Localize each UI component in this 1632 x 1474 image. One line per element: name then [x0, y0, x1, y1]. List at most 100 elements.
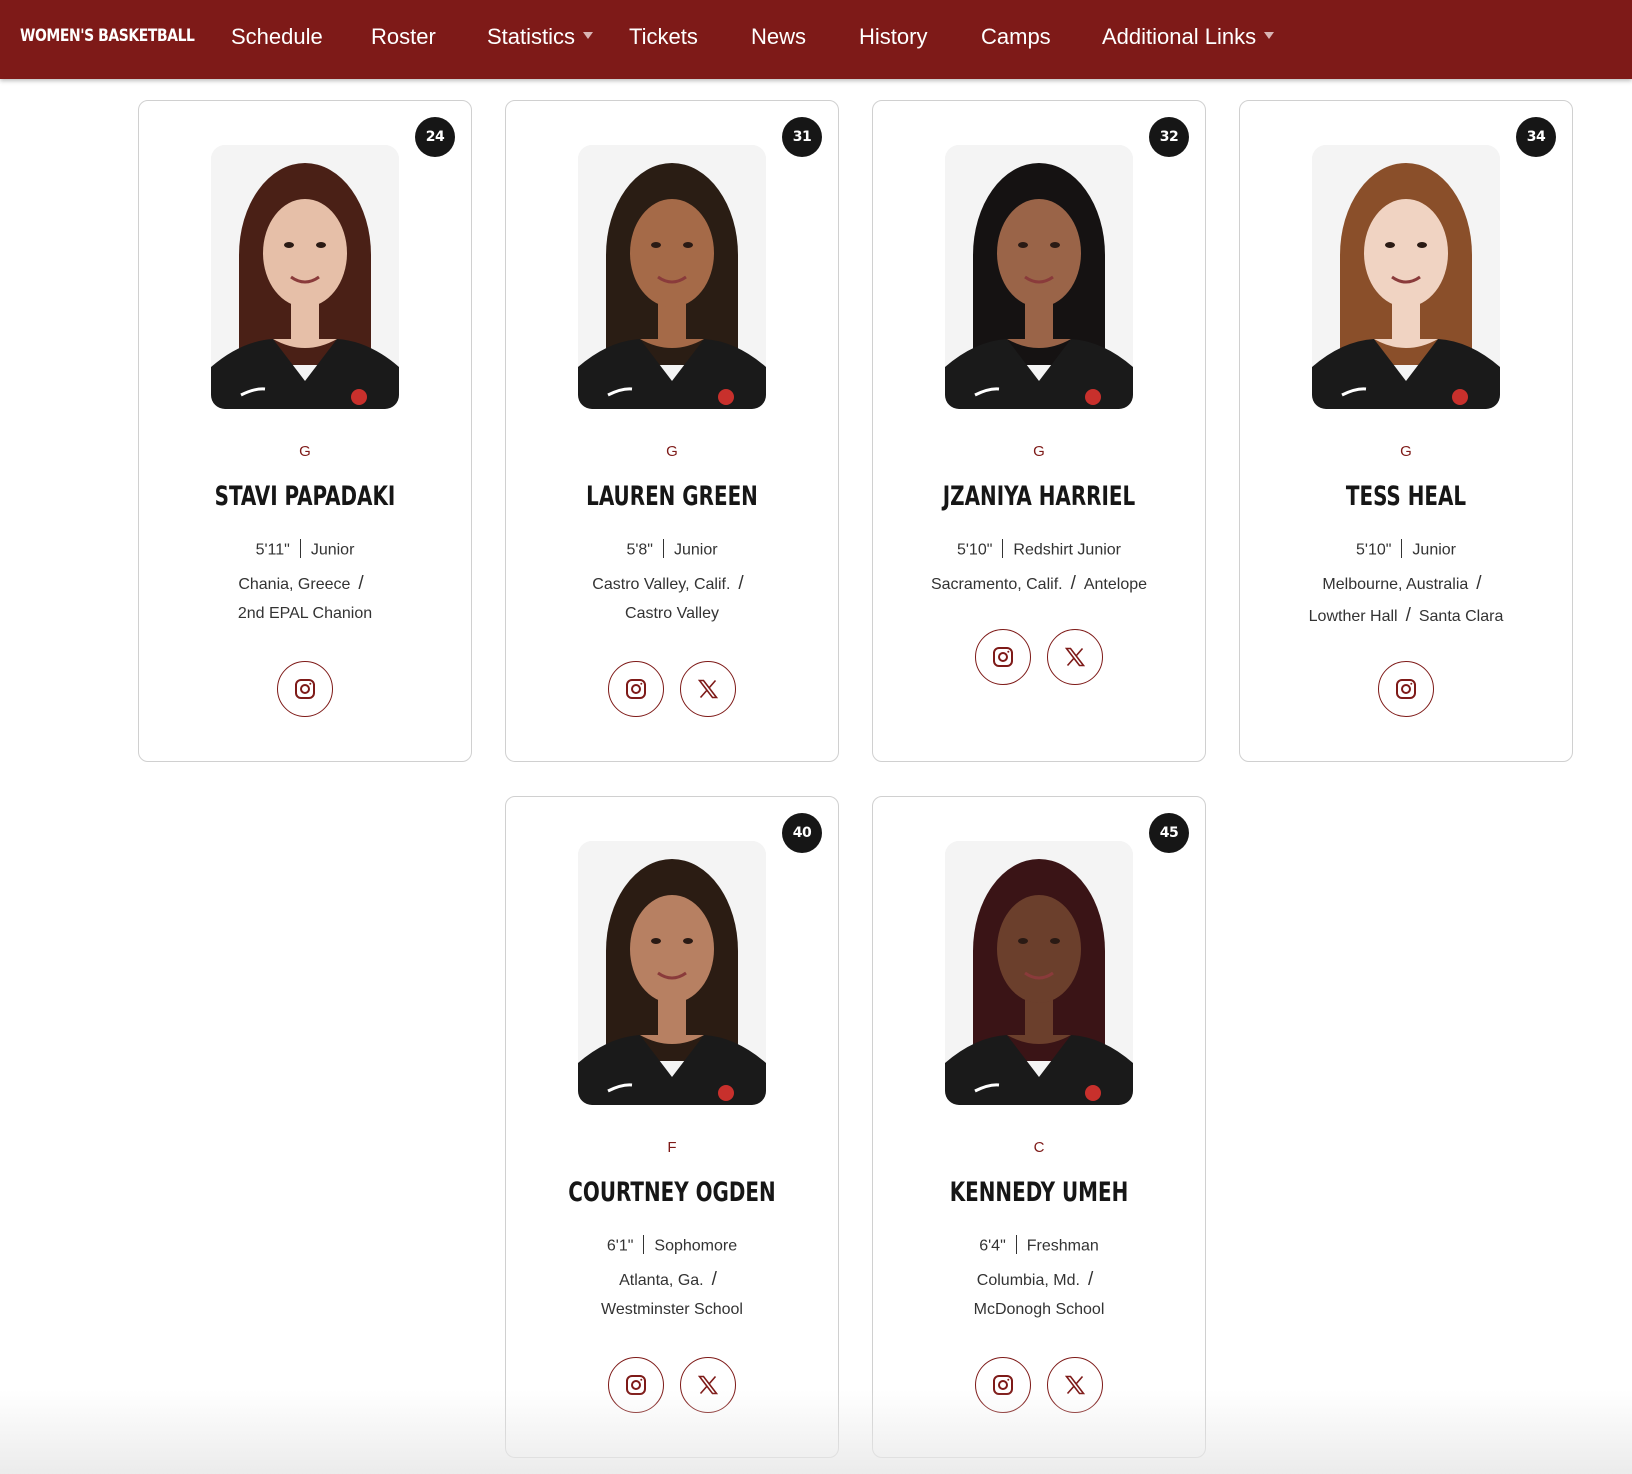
nav-item-news[interactable]: News [751, 24, 806, 50]
player-class-year: Junior [673, 541, 718, 559]
player-headshot[interactable] [211, 145, 399, 409]
player-school-line: Westminster School [506, 1301, 838, 1319]
player-height-year: 5'8" Junior [506, 539, 838, 560]
player-social-links [873, 629, 1205, 685]
player-headshot[interactable] [945, 841, 1133, 1105]
instagram-icon [991, 1373, 1015, 1397]
jersey-number-badge: 24 [415, 117, 455, 157]
x-link-button[interactable] [1047, 629, 1103, 685]
separator-slash: / [1087, 1269, 1094, 1290]
player-social-links [873, 1357, 1205, 1413]
chevron-down-icon [583, 31, 594, 39]
instagram-icon [293, 677, 317, 701]
divider [1002, 539, 1004, 558]
player-headshot[interactable] [1312, 145, 1500, 409]
player-name[interactable]: Jzaniya Harriel [903, 481, 1175, 512]
instagram-link-button[interactable] [975, 629, 1031, 685]
nav-item-statistics-label: Statistics [487, 24, 576, 49]
player-headshot[interactable] [578, 841, 766, 1105]
nav-item-schedule[interactable]: Schedule [231, 24, 323, 50]
chevron-down-icon [1264, 31, 1275, 39]
divider [662, 539, 664, 558]
player-height-year: 6'1" Sophomore [506, 1235, 838, 1256]
x-link-button[interactable] [1047, 1357, 1103, 1413]
player-hometown-line: Melbourne, Australia / [1240, 573, 1572, 595]
player-height-year: 6'4" Freshman [873, 1235, 1205, 1256]
player-class-year: Junior [1412, 541, 1456, 559]
player-position: G [1033, 443, 1045, 460]
x-icon [696, 677, 720, 701]
separator-slash: / [738, 573, 744, 594]
x-link-button[interactable] [680, 1357, 736, 1413]
nav-item-history[interactable]: History [859, 24, 927, 50]
instagram-link-button[interactable] [1378, 661, 1434, 717]
top-navigation: WOMEN'S BASKETBALL Schedule Roster Stati… [0, 0, 1632, 79]
player-height: 5'8" [626, 541, 653, 559]
player-name[interactable]: Stavi Papadaki [169, 481, 441, 512]
player-headshot[interactable] [945, 145, 1133, 409]
player-social-links [506, 1357, 838, 1413]
nav-item-camps[interactable]: Camps [981, 24, 1051, 50]
player-high-school: McDonogh School [973, 1301, 1105, 1318]
separator-slash: / [1405, 605, 1411, 626]
player-height-year: 5'10" Redshirt Junior [873, 539, 1205, 560]
player-class-year: Sophomore [654, 1237, 738, 1255]
jersey-number-badge: 32 [1149, 117, 1189, 157]
jersey-number-badge: 34 [1516, 117, 1556, 157]
instagram-link-button[interactable] [608, 1357, 664, 1413]
player-position: C [1033, 1139, 1045, 1156]
player-school-line: Lowther Hall / Santa Clara [1240, 605, 1572, 627]
player-high-school: Castro Valley [625, 605, 719, 622]
player-hometown-line: Chania, Greece / [139, 573, 471, 595]
player-name[interactable]: Courtney Ogden [536, 1177, 808, 1208]
player-hometown: Melbourne, Australia [1322, 576, 1469, 593]
instagram-icon [624, 1373, 648, 1397]
site-brand[interactable]: WOMEN'S BASKETBALL [20, 26, 195, 46]
divider [1401, 539, 1403, 558]
instagram-icon [624, 677, 648, 701]
instagram-link-button[interactable] [975, 1357, 1031, 1413]
player-name[interactable]: Tess Heal [1270, 481, 1542, 512]
player-hometown-line: Columbia, Md. / [873, 1269, 1205, 1291]
player-card[interactable]: 45 C Kennedy Umeh 6'4" Freshman Columbia, Md.… [872, 796, 1206, 1458]
nav-item-statistics[interactable]: Statistics [487, 24, 594, 50]
player-card[interactable]: 40 F Courtney Ogden 6'1" Sophomore Atlanta, G… [505, 796, 839, 1458]
player-social-links [139, 661, 471, 717]
player-previous-school: Santa Clara [1418, 608, 1504, 625]
player-class-year: Freshman [1026, 1237, 1099, 1255]
nav-item-additional-links-label: Additional Links [1102, 24, 1257, 49]
instagram-link-button[interactable] [277, 661, 333, 717]
player-high-school: Westminster School [601, 1301, 743, 1318]
player-card[interactable]: 34 G Tess Heal 5'10" Junior Melbourne, Austra… [1239, 100, 1573, 762]
player-card[interactable]: 24 G Stavi Papadaki 5'11" Junior Chania, Gree… [138, 100, 472, 762]
player-hometown: Columbia, Md. [976, 1272, 1080, 1289]
instagram-link-button[interactable] [608, 661, 664, 717]
player-headshot[interactable] [578, 145, 766, 409]
player-name[interactable]: Lauren Green [536, 481, 808, 512]
x-icon [696, 1373, 720, 1397]
player-class-year: Junior [310, 541, 355, 559]
divider [1015, 1235, 1017, 1254]
player-card[interactable]: 32 G Jzaniya Harriel 5'10" Redshirt Junior Sa… [872, 100, 1206, 762]
player-hometown-line: Atlanta, Ga. / [506, 1269, 838, 1291]
divider [643, 1235, 645, 1254]
player-height-year: 5'11" Junior [139, 539, 471, 560]
jersey-number-badge: 31 [782, 117, 822, 157]
nav-item-additional-links[interactable]: Additional Links [1102, 24, 1275, 50]
player-card[interactable]: 31 G Lauren Green 5'8" Junior Castro Valley, … [505, 100, 839, 762]
player-school-line: Castro Valley [506, 605, 838, 623]
player-school-line: McDonogh School [873, 1301, 1205, 1319]
player-high-school: 2nd EPAL Chanion [237, 605, 373, 622]
nav-item-tickets[interactable]: Tickets [629, 24, 698, 50]
player-position: F [667, 1139, 677, 1156]
player-social-links [1240, 661, 1572, 717]
player-name[interactable]: Kennedy Umeh [903, 1177, 1175, 1208]
player-hometown: Castro Valley, Calif. [592, 576, 731, 593]
x-link-button[interactable] [680, 661, 736, 717]
divider [299, 539, 301, 558]
player-high-school: Lowther Hall [1308, 608, 1398, 625]
nav-item-roster[interactable]: Roster [371, 24, 436, 50]
player-class-year: Redshirt Junior [1013, 541, 1122, 559]
separator-slash: / [1070, 573, 1076, 594]
player-height: 5'11" [255, 541, 290, 559]
